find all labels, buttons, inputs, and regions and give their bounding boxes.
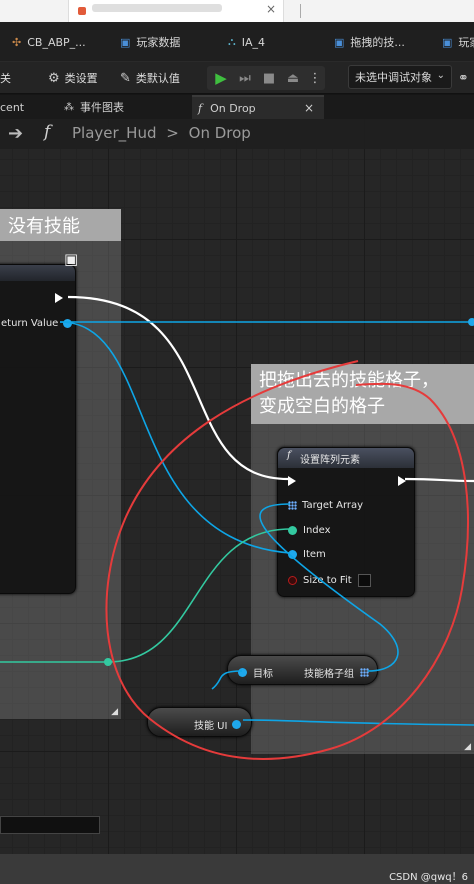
bottom-bar: CSDN @qwq！6 xyxy=(0,854,474,884)
debug-target-label: 未选中调试对象 xyxy=(355,71,432,84)
tab-event-graph-label: 事件图表 xyxy=(80,101,124,114)
tab-event-graph[interactable]: ⁂ 事件图表 xyxy=(64,95,184,119)
object-pin-icon xyxy=(468,318,474,326)
more-options-icon[interactable]: ⋮ xyxy=(305,69,325,87)
tab-recent[interactable]: cent xyxy=(0,95,60,119)
divider xyxy=(300,4,301,18)
asset-tab-label: 玩家 xyxy=(458,36,474,49)
play-controls: ▶ ⏭ ■ ⏏ ⋮ xyxy=(207,66,325,90)
tab-recent-label: cent xyxy=(0,100,25,114)
class-settings-label: 类设置 xyxy=(64,72,98,85)
breadcrumb-separator: > xyxy=(166,124,179,142)
asset-tab-label: IA_4 xyxy=(241,35,265,49)
reroute-node-icon[interactable] xyxy=(104,658,112,666)
class-settings-button[interactable]: ⚙ 类设置 xyxy=(48,62,98,94)
red-annotation-circle xyxy=(105,360,469,760)
exec-wire xyxy=(404,477,474,483)
defaults-icon: ✎ xyxy=(120,70,131,86)
browser-tab-title-redacted xyxy=(92,4,222,12)
blueprint-icon: ▣ xyxy=(442,35,453,49)
asset-tab-label: CB_ABP_... xyxy=(27,35,86,49)
wire-layer xyxy=(0,295,474,760)
object-wire xyxy=(242,719,474,726)
asset-tab-label: 拖拽的技... xyxy=(350,36,405,49)
asset-tab-label: 玩家数据 xyxy=(136,36,181,49)
asset-tab-player-data[interactable]: ▣ 玩家数据 xyxy=(120,22,180,62)
breadcrumb-graph[interactable]: Player_Hud xyxy=(72,124,157,142)
object-wire xyxy=(59,321,291,554)
console-input[interactable] xyxy=(0,816,100,834)
breadcrumb: ➔ f Player_Hud > On Drop xyxy=(0,119,474,149)
asset-tab-bar: ✣ CB_ABP_... ▣ 玩家数据 ⛬ IA_4 ▣ 拖拽的技... ▣ 玩… xyxy=(0,22,474,62)
gear-icon: ⚙ xyxy=(48,70,60,86)
eject-icon[interactable]: ⏏ xyxy=(283,69,303,87)
asset-tab-cb-abp[interactable]: ✣ CB_ABP_... xyxy=(12,22,86,62)
arrow-right-icon[interactable]: ➔ xyxy=(8,123,23,144)
close-icon[interactable]: × xyxy=(304,101,314,115)
debug-target-dropdown[interactable]: 未选中调试对象 ⌄ xyxy=(348,65,452,89)
watermark: CSDN @qwq！6 xyxy=(389,872,468,883)
blueprint-editor-window: × ✣ CB_ABP_... ▣ 玩家数据 ⛬ IA_4 ▣ 拖拽的技... ▣… xyxy=(0,0,474,884)
blueprint-icon: ✣ xyxy=(12,35,22,49)
widget-icon: ▣ xyxy=(334,35,345,49)
class-defaults-button[interactable]: ✎ 类默认值 xyxy=(120,62,180,94)
chevron-down-icon: ⌄ xyxy=(436,70,445,81)
graph-canvas[interactable]: 没有技能 ◢ 把拖出去的技能格子， 变成空白的格子 ◢ eturn Value … xyxy=(0,119,474,854)
close-icon[interactable]: × xyxy=(266,2,276,16)
breadcrumb-current: On Drop xyxy=(188,124,251,142)
tab-on-drop[interactable]: f On Drop × xyxy=(192,95,324,119)
find-icon[interactable]: ⚭ xyxy=(458,62,474,94)
input-action-icon: ⛬ xyxy=(228,35,236,48)
asset-tab-ia4[interactable]: ⛬ IA_4 xyxy=(228,22,265,62)
function-icon: f xyxy=(44,122,51,142)
class-defaults-label: 类默认值 xyxy=(135,72,180,85)
int-wire xyxy=(0,528,291,663)
site-icon xyxy=(78,7,86,15)
struct-icon: ▣ xyxy=(120,35,131,49)
tab-on-drop-label: On Drop xyxy=(210,101,256,115)
browser-tab-strip: × xyxy=(0,0,474,22)
asset-tab-player[interactable]: ▣ 玩家 xyxy=(442,22,474,62)
play-icon[interactable]: ▶ xyxy=(211,69,231,87)
breadcrumb-path: Player_Hud > On Drop xyxy=(72,124,251,142)
toolbar-button-partial[interactable]: 关 xyxy=(0,62,11,94)
toolbar-label: 关 xyxy=(0,72,11,85)
step-icon[interactable]: ⏭ xyxy=(235,69,255,87)
graph-icon: ⁂ xyxy=(64,101,74,113)
object-wire xyxy=(211,670,243,690)
stop-icon[interactable]: ■ xyxy=(259,69,279,87)
asset-tab-drag-skill[interactable]: ▣ 拖拽的技... xyxy=(334,22,405,62)
graph-tab-bar: cent ⁂ 事件图表 f On Drop × xyxy=(0,95,474,119)
exec-wire xyxy=(67,295,289,481)
function-icon: f xyxy=(198,101,203,115)
link-icon: ⚭ xyxy=(458,70,469,86)
